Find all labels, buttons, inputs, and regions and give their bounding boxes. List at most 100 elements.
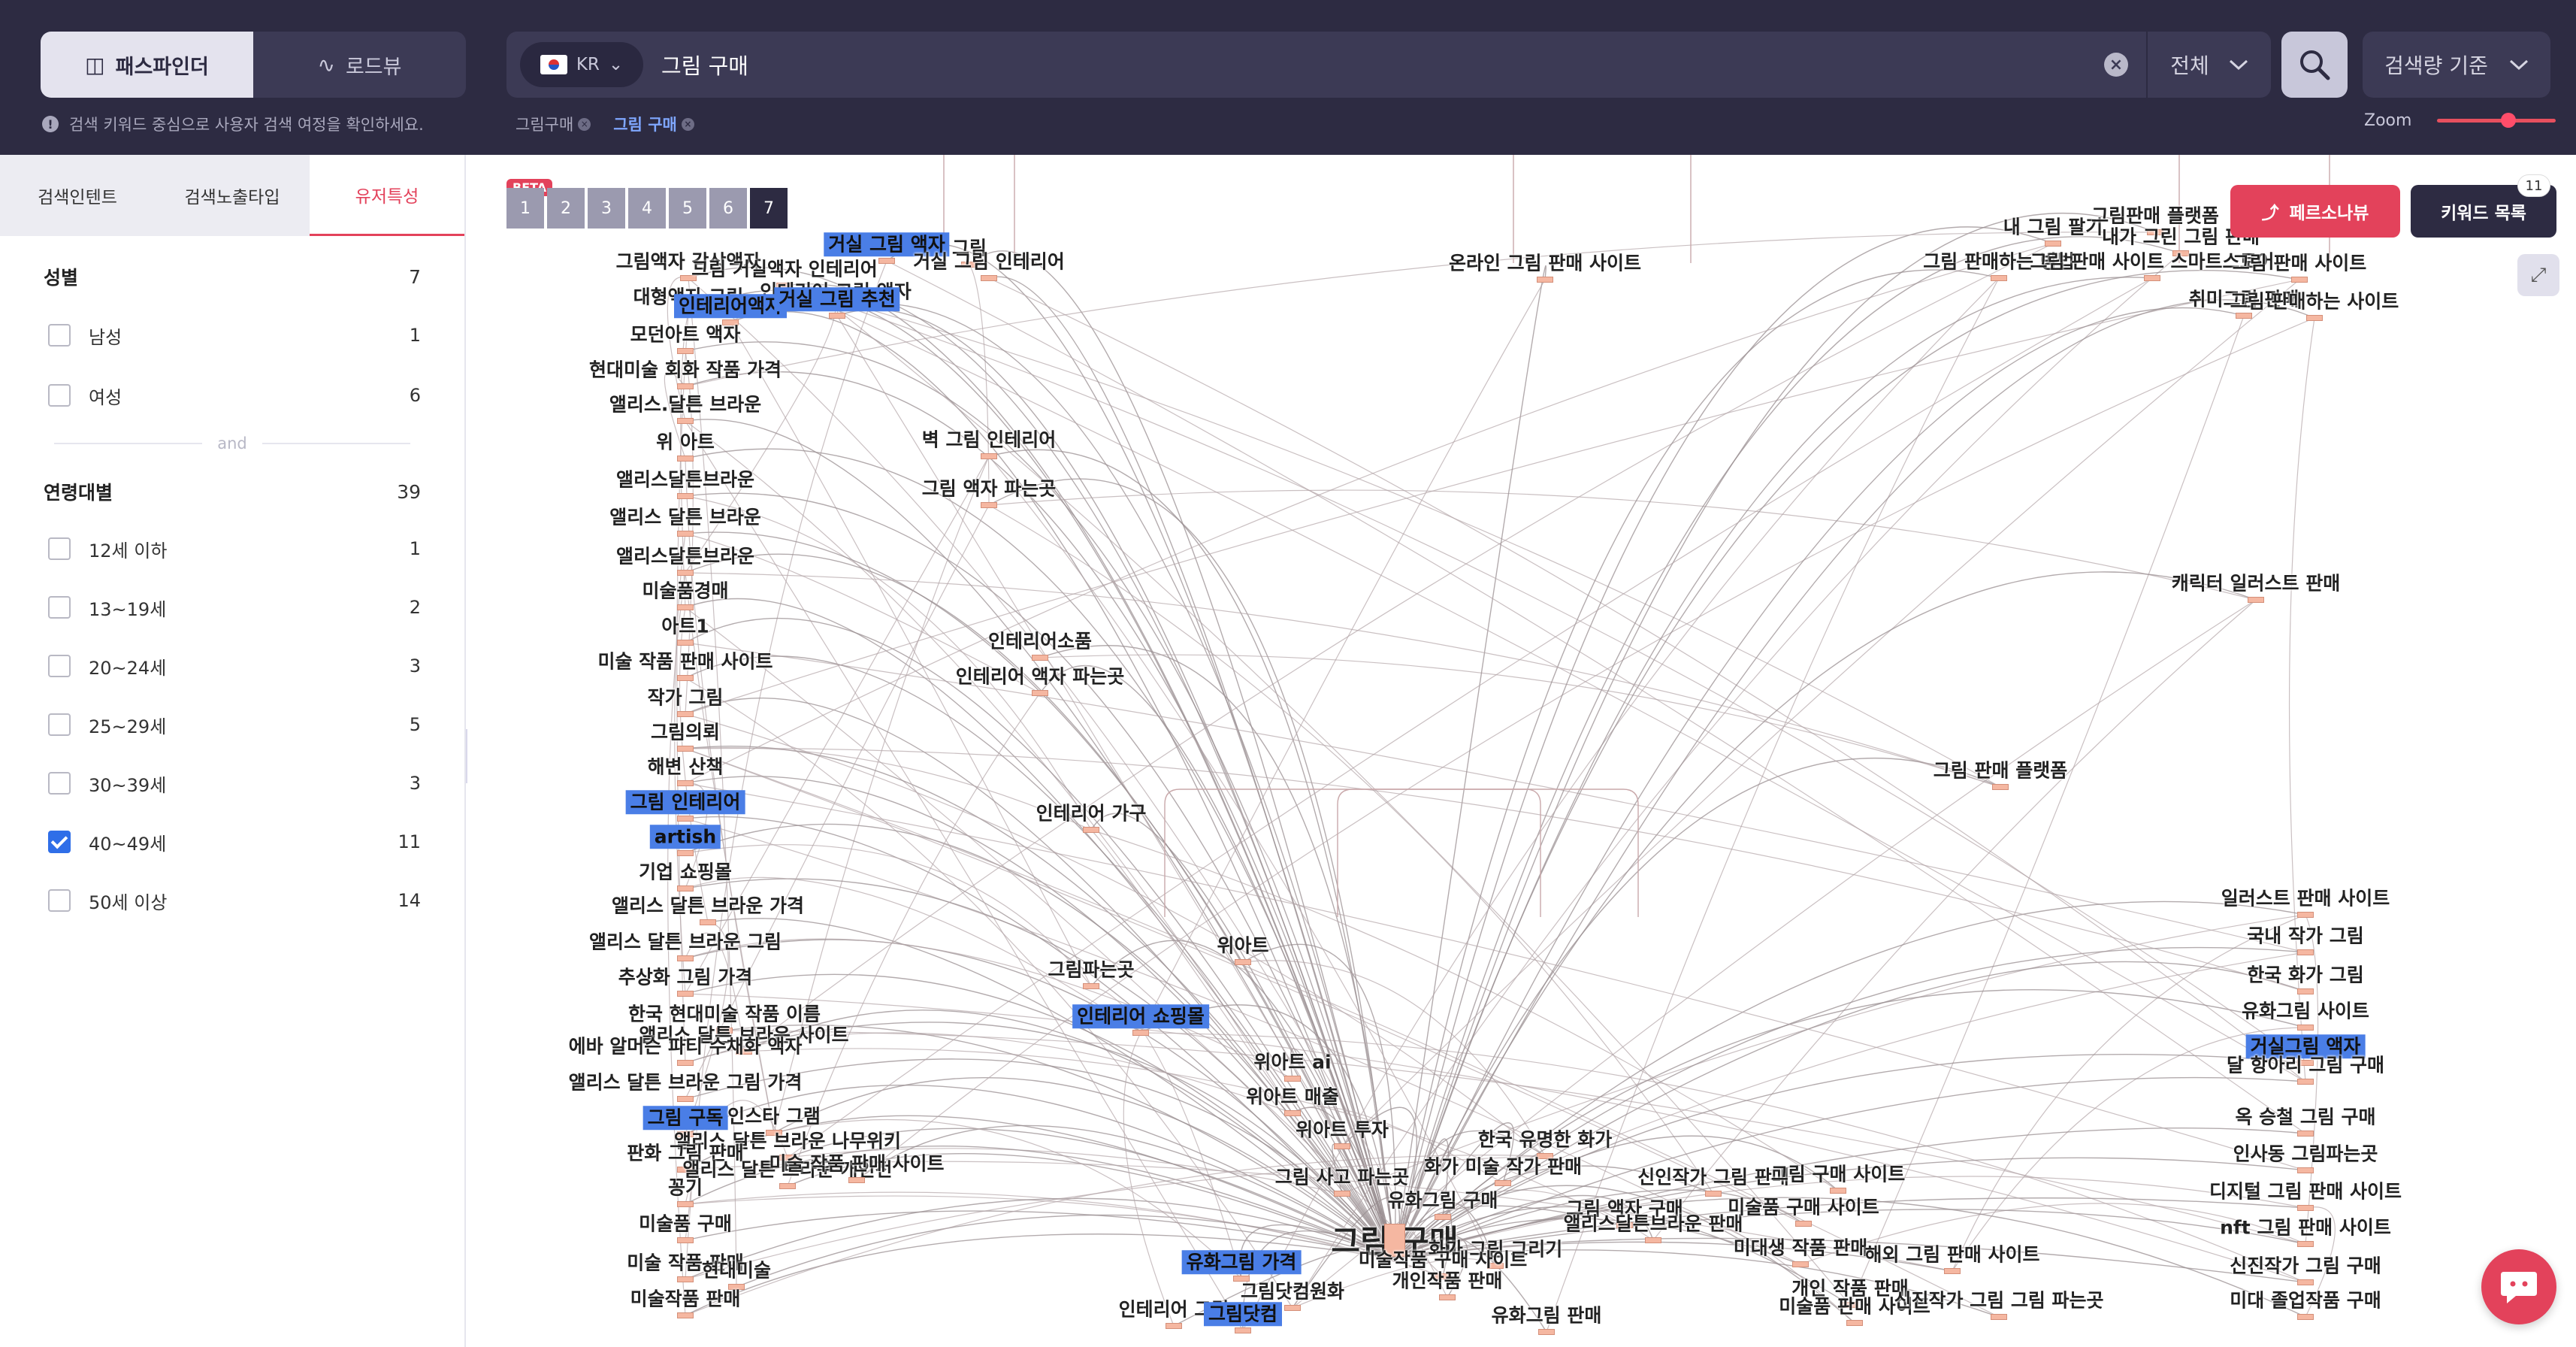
graph-node-marker[interactable] xyxy=(677,780,694,786)
graph-node-marker[interactable] xyxy=(1435,1214,1451,1220)
graph-node-marker[interactable] xyxy=(1645,1237,1661,1243)
graph-node-marker[interactable] xyxy=(677,1201,694,1207)
graph-node-label[interactable]: 유화그림 사이트 xyxy=(2242,1000,2369,1022)
graph-node-marker[interactable] xyxy=(2306,315,2323,321)
graph-node-marker[interactable] xyxy=(677,711,694,717)
graph-node-marker[interactable] xyxy=(981,275,997,281)
graph-node-marker[interactable] xyxy=(677,955,694,961)
graph-node-marker[interactable] xyxy=(677,1096,694,1102)
checkbox[interactable] xyxy=(48,384,71,407)
graph-node-label[interactable]: artish xyxy=(649,825,721,849)
graph-node-marker[interactable] xyxy=(677,816,694,822)
graph-node-label[interactable]: 벽 그림 인테리어 xyxy=(922,429,1056,450)
graph-node-label[interactable]: 한국 화가 그림 xyxy=(2247,964,2363,985)
graph-node-label[interactable]: 유화그림 판매 xyxy=(1492,1305,1602,1326)
graph-node-marker[interactable] xyxy=(1846,1320,1863,1326)
tab-search-exposure-type[interactable]: 검색노출타입 xyxy=(155,155,310,236)
graph-node-label[interactable]: 그림 거실액자 인테리어 xyxy=(691,259,877,280)
graph-node-marker[interactable] xyxy=(2045,241,2061,247)
graph-node-marker[interactable] xyxy=(1284,1076,1301,1082)
graph-node-marker[interactable] xyxy=(2291,277,2308,283)
graph-node-marker[interactable] xyxy=(677,885,694,891)
graph-node-marker[interactable] xyxy=(2297,1279,2314,1285)
graph-node-label[interactable]: 미술 작품 판매 사이트 xyxy=(769,1153,944,1174)
graph-node-label[interactable]: 그림 인테리어 xyxy=(625,790,745,814)
step-1-button[interactable]: 1 xyxy=(506,188,544,229)
step-4-button[interactable]: 4 xyxy=(628,188,666,229)
graph-node-label[interactable]: 옥 승철 그림 구매 xyxy=(2235,1106,2375,1128)
graph-node-label[interactable]: 그림 구매 사이트 xyxy=(1771,1164,1905,1185)
step-7-button[interactable]: 7 xyxy=(750,188,788,229)
graph-node-marker[interactable] xyxy=(981,502,997,508)
graph-node-label[interactable]: 인테리어 쇼핑몰 xyxy=(1072,1004,1209,1028)
mode-pathfinder-button[interactable]: ◫ 패스파인더 xyxy=(41,32,253,98)
gender-option-male[interactable]: 남성 1 xyxy=(0,320,464,350)
graph-node-label[interactable]: 해변 산책 xyxy=(648,756,724,777)
graph-node-marker[interactable] xyxy=(1439,1294,1456,1300)
gender-option-female[interactable]: 여성 6 xyxy=(0,380,464,410)
graph-node-marker[interactable] xyxy=(677,746,694,752)
graph-node-label[interactable]: 작가 그림 xyxy=(648,687,724,708)
graph-node-label[interactable]: 그림파는곳 xyxy=(1048,959,1134,980)
graph-node-marker[interactable] xyxy=(677,531,694,537)
graph-node-label[interactable]: 유화그림 가격 xyxy=(1181,1250,1302,1274)
graph-node-label[interactable]: 온라인 그림 판매 사이트 xyxy=(1449,253,1641,274)
graph-node-label[interactable]: 앨리스달튼브라운 xyxy=(616,546,754,567)
graph-node-label[interactable]: 앨리스달튼브라운 판매 xyxy=(1564,1213,1743,1234)
age-option[interactable]: 30~39세 3 xyxy=(0,768,464,798)
step-3-button[interactable]: 3 xyxy=(588,188,625,229)
graph-node-marker[interactable] xyxy=(1792,1261,1809,1267)
checkbox[interactable] xyxy=(48,772,71,795)
graph-node-marker[interactable] xyxy=(1334,1143,1350,1149)
graph-node-label[interactable]: 유화그림 구매 xyxy=(1388,1190,1498,1211)
graph-node-marker[interactable] xyxy=(981,453,997,459)
graph-node-label[interactable]: 앨리스 달튼 브라운 xyxy=(609,507,760,528)
graph-node-label[interactable]: 신진작가 그림 그림 파는곳 xyxy=(1894,1290,2103,1311)
graph-node-label[interactable]: 미술품 구매 사이트 xyxy=(1728,1197,1879,1218)
mode-roadview-button[interactable]: ∿ 로드뷰 xyxy=(253,32,466,98)
checkbox[interactable] xyxy=(48,889,71,912)
graph-node-label[interactable]: 그림의뢰 xyxy=(651,722,720,743)
graph-node-label[interactable]: 그림닷컴 xyxy=(1203,1302,1283,1326)
graph-node-marker[interactable] xyxy=(1083,827,1099,833)
graph-node-label[interactable]: 거실 그림 추천 xyxy=(774,287,900,311)
graph-node-label[interactable]: 인테리어 액자 파는곳 xyxy=(956,666,1124,687)
graph-node-marker[interactable] xyxy=(677,493,694,499)
graph-node-marker[interactable] xyxy=(1991,1314,2007,1320)
graph-node-marker[interactable] xyxy=(1284,1110,1301,1116)
graph-node-marker[interactable] xyxy=(1495,1180,1511,1186)
graph-node-label[interactable]: 해외 그림 판매 사이트 xyxy=(1864,1244,2039,1265)
graph-node-label[interactable]: 앨리스 달튼 브라운 가격 xyxy=(612,895,804,916)
graph-node-label[interactable]: 그림 사고 파는곳 xyxy=(1275,1167,1409,1188)
graph-node-label[interactable]: 인테리어 가구 xyxy=(1036,803,1147,824)
sort-select[interactable]: 검색량 기준 xyxy=(2363,32,2550,98)
age-option[interactable]: 20~24세 3 xyxy=(0,651,464,681)
graph-node-label[interactable]: 현대미술 xyxy=(702,1260,771,1281)
graph-node-label[interactable]: 미술품경매 xyxy=(642,580,728,601)
age-option[interactable]: 13~19세 2 xyxy=(0,592,464,622)
graph-node-marker[interactable] xyxy=(1538,1329,1555,1335)
graph-node-label[interactable]: 미술작품 구매 사이트 xyxy=(1359,1249,1527,1270)
graph-node-marker[interactable] xyxy=(2297,912,2314,918)
graph-node-marker[interactable] xyxy=(1083,983,1099,989)
graph-node-marker[interactable] xyxy=(1334,1191,1350,1197)
graph-node-marker[interactable] xyxy=(677,604,694,610)
pathfinder-graph[interactable]: 그림액자 감상액자 그림 거실액자 인테리어 거실 그림 액자 그림 거실 그림 인테리… xyxy=(467,155,2576,1347)
graph-node-label[interactable]: 꽁기 xyxy=(668,1177,703,1198)
graph-node-marker[interactable] xyxy=(1235,959,1251,965)
scope-select[interactable]: 전체 xyxy=(2148,50,2271,80)
graph-node-label[interactable]: 미대 졸업작품 구매 xyxy=(2230,1290,2381,1311)
graph-node-marker[interactable] xyxy=(829,313,845,319)
graph-node-marker[interactable] xyxy=(677,675,694,681)
graph-node-label[interactable]: 인사동 그림파는곳 xyxy=(2233,1143,2378,1164)
search-button[interactable] xyxy=(2281,32,2348,98)
graph-node-marker[interactable] xyxy=(1032,690,1048,696)
graph-node-label[interactable]: 위아트 매출 xyxy=(1246,1086,1339,1107)
graph-node-label[interactable]: 인스타 그램 xyxy=(727,1106,821,1127)
graph-node-marker[interactable] xyxy=(2297,988,2314,994)
graph-node-marker[interactable] xyxy=(1166,1323,1182,1329)
age-option[interactable]: 12세 이하 1 xyxy=(0,534,464,564)
search-tag-active[interactable]: 그림 구매 × xyxy=(613,113,694,135)
checkbox[interactable] xyxy=(48,655,71,677)
age-option[interactable]: 25~29세 5 xyxy=(0,710,464,740)
